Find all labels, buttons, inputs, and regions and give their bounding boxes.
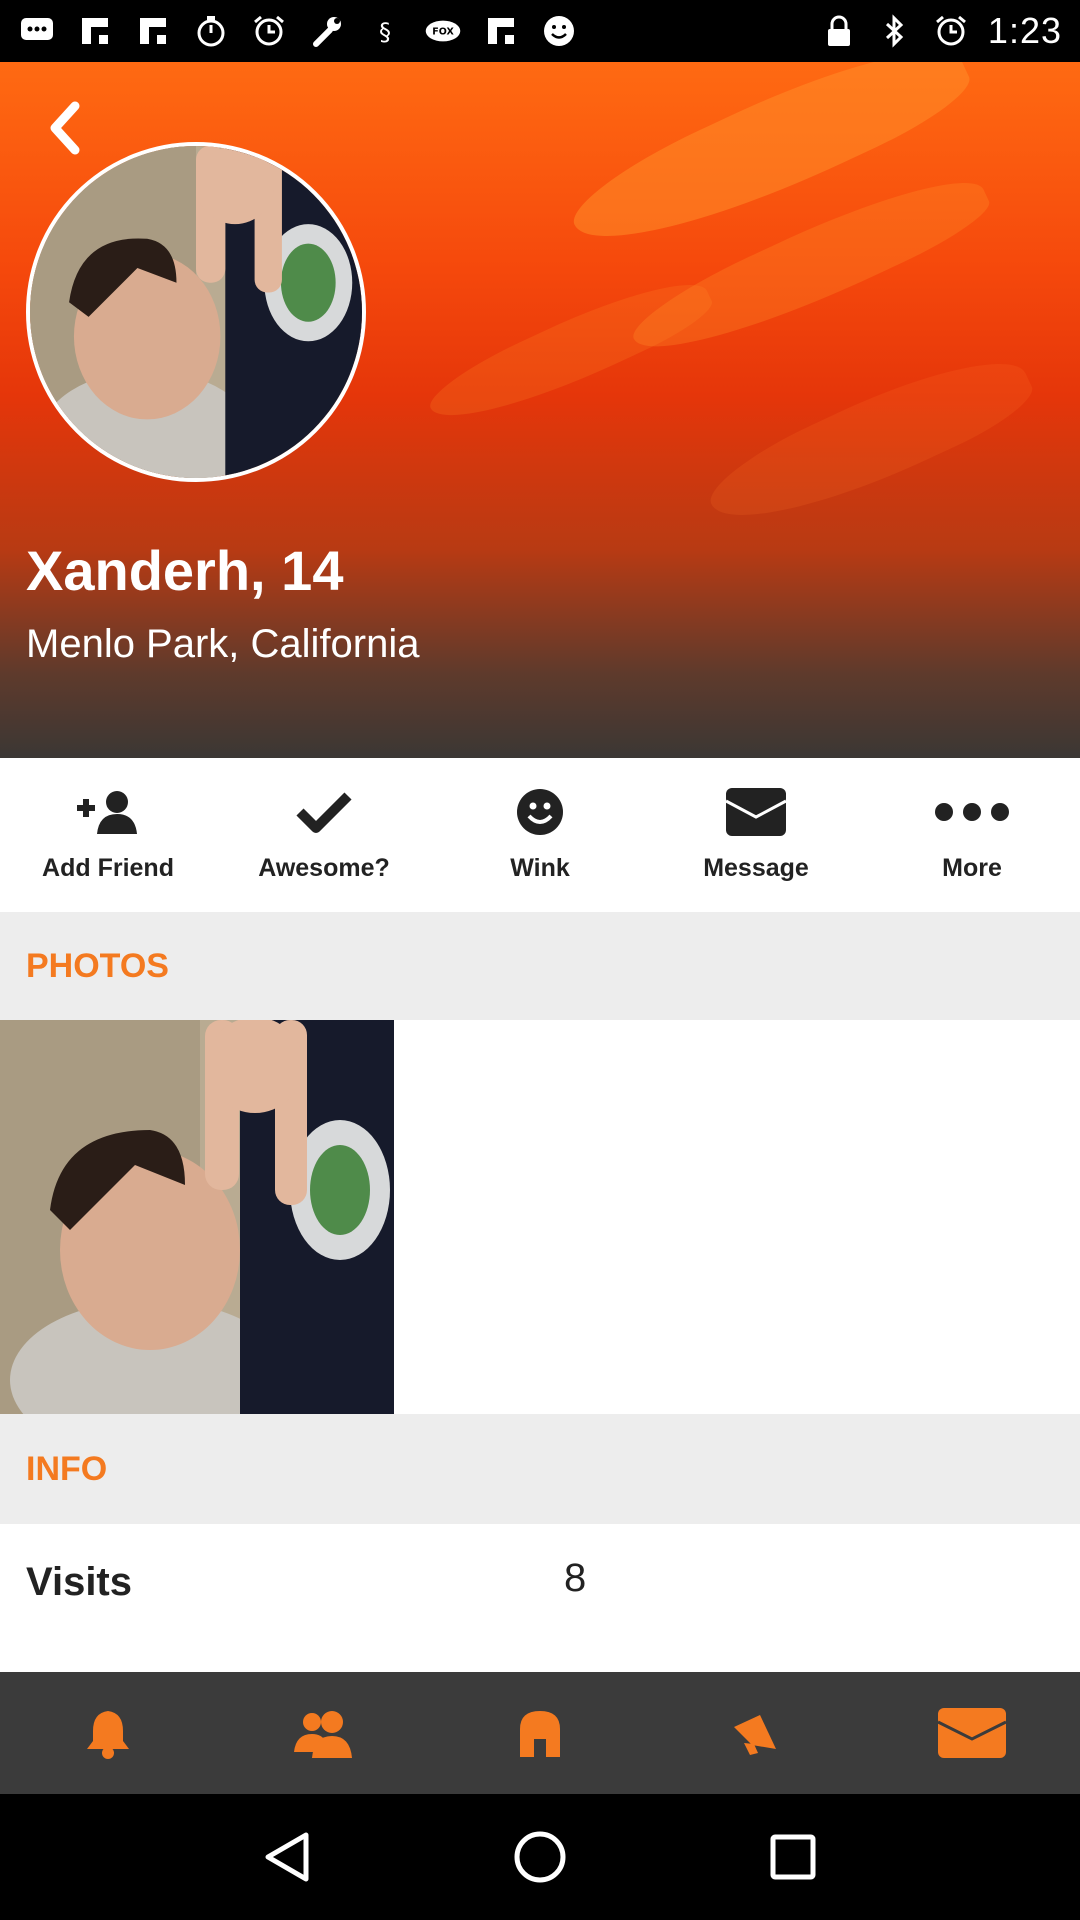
wrench-icon <box>308 12 346 50</box>
clock: 1:23 <box>987 10 1062 51</box>
smiley-icon <box>540 12 578 50</box>
more-button[interactable]: More <box>864 758 1080 912</box>
envelope-icon <box>937 1708 1007 1758</box>
bell-icon <box>87 1711 129 1759</box>
flipboard-icon <box>482 12 520 50</box>
home-icon <box>520 1711 560 1757</box>
photo-image <box>0 1020 394 1414</box>
notification-icons: § FOX <box>18 12 820 50</box>
recents-square-icon <box>770 1834 816 1880</box>
profile-name: Xanderh, 14 <box>26 539 344 602</box>
svg-text:§: § <box>379 18 391 46</box>
tab-announcements[interactable] <box>648 1672 864 1794</box>
chat-icon <box>18 12 56 50</box>
more-dots-icon <box>932 782 1012 842</box>
info-section-header: INFO <box>0 1414 1080 1524</box>
nav-back-button[interactable] <box>252 1822 322 1892</box>
visits-label: Visits <box>26 1560 132 1604</box>
photo-thumbnail[interactable] <box>0 1020 394 1414</box>
back-button[interactable] <box>40 98 90 158</box>
tab-home[interactable] <box>432 1672 648 1794</box>
bluetooth-icon <box>876 12 914 50</box>
chevron-left-icon <box>50 101 80 155</box>
action-bar: Add Friend Awesome? Wink Message More <box>0 758 1080 912</box>
visits-value: 8 <box>564 1556 587 1600</box>
megaphone-icon <box>734 1715 776 1755</box>
avatar-photo <box>30 146 362 478</box>
info-row-visits: Visits 8 <box>0 1524 1080 1672</box>
stopwatch-icon <box>192 12 230 50</box>
back-triangle-icon <box>265 1832 309 1882</box>
svg-text:FOX: FOX <box>432 26 454 37</box>
photos-grid <box>0 1020 1080 1414</box>
friends-icon <box>294 1711 352 1758</box>
smiley-icon <box>500 782 580 842</box>
wink-button[interactable]: Wink <box>432 758 648 912</box>
message-button[interactable]: Message <box>648 758 864 912</box>
app-icon: § <box>366 12 404 50</box>
checkmark-icon <box>284 782 364 842</box>
system-navigation-bar <box>0 1794 1080 1920</box>
add-friend-icon <box>68 782 148 842</box>
profile-avatar[interactable] <box>26 142 366 482</box>
action-label: Add Friend <box>42 854 174 882</box>
header-brush-stroke <box>421 261 719 443</box>
flipboard-icon <box>134 12 172 50</box>
tab-messages[interactable] <box>864 1672 1080 1794</box>
tab-notifications[interactable] <box>0 1672 216 1794</box>
flipboard-icon <box>76 12 114 50</box>
awesome-button[interactable]: Awesome? <box>216 758 432 912</box>
profile-location: Menlo Park, California <box>26 622 420 666</box>
add-friend-button[interactable]: Add Friend <box>0 758 216 912</box>
status-bar: § FOX 1:23 <box>0 0 1080 62</box>
action-label: Wink <box>510 854 570 882</box>
action-label: Awesome? <box>258 854 390 882</box>
tab-friends[interactable] <box>216 1672 432 1794</box>
header-brush-stroke <box>699 333 1041 551</box>
lock-icon <box>820 12 858 50</box>
fox-sports-icon: FOX <box>424 12 462 50</box>
action-label: Message <box>703 854 809 882</box>
photos-section-header: PHOTOS <box>0 912 1080 1020</box>
profile-header: Xanderh, 14 Menlo Park, California <box>0 62 1080 758</box>
bottom-tab-bar <box>0 1672 1080 1794</box>
home-circle-icon <box>514 1831 566 1883</box>
envelope-icon <box>716 782 796 842</box>
action-label: More <box>942 854 1002 882</box>
nav-home-button[interactable] <box>505 1822 575 1892</box>
nav-recents-button[interactable] <box>758 1822 828 1892</box>
alarm-icon <box>932 12 970 50</box>
alarm-icon <box>250 12 288 50</box>
